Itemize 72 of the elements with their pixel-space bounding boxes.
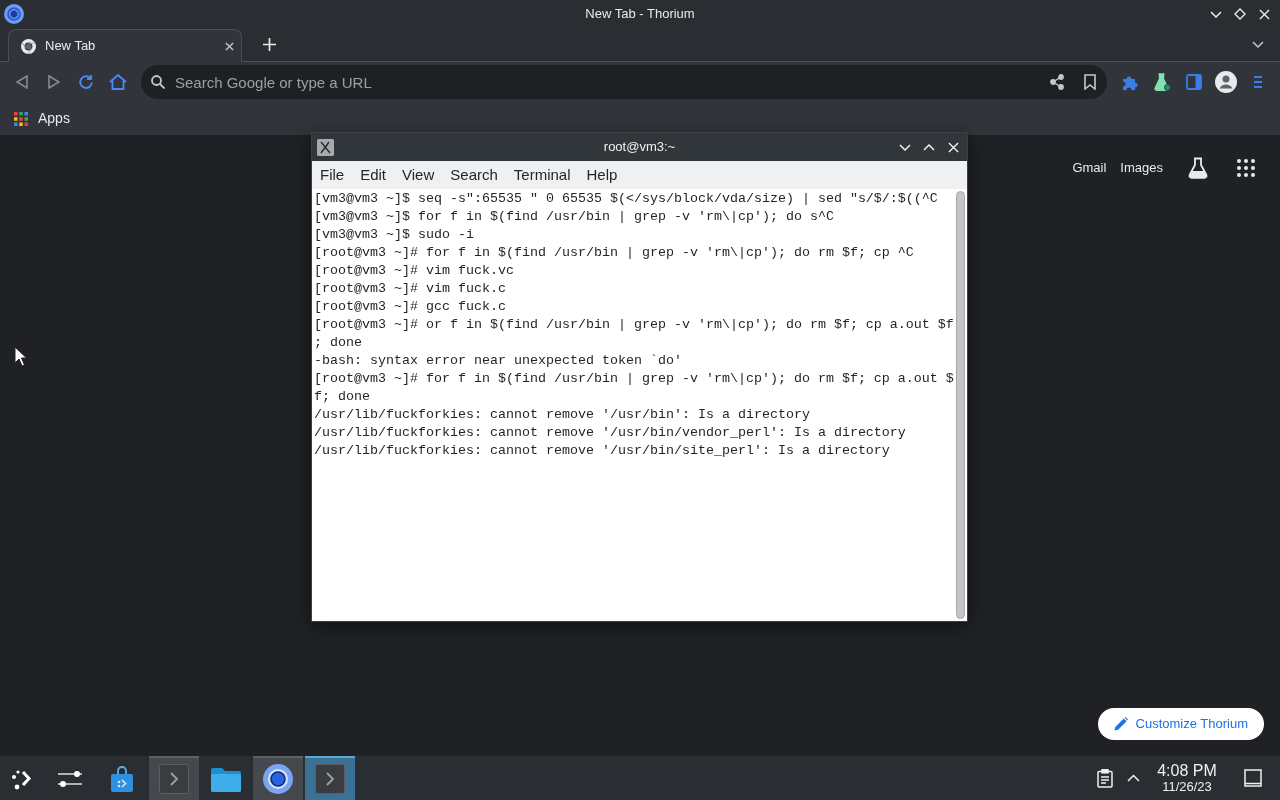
menu-item[interactable]: Edit — [352, 161, 395, 189]
clock[interactable]: 4:08 PM 11/26/23 — [1151, 763, 1223, 793]
folder-icon — [211, 766, 241, 792]
apps-button[interactable] — [1234, 156, 1258, 180]
terminal-icon — [315, 764, 345, 794]
bookmark-icon — [1084, 74, 1096, 90]
terminal-line: f; done — [314, 388, 371, 406]
circle-logo-icon — [263, 764, 293, 794]
side-panel-icon — [1186, 74, 1202, 90]
chevron-down-icon — [1252, 40, 1264, 48]
menu-item[interactable]: File — [312, 161, 353, 189]
flask-icon — [1188, 157, 1208, 179]
menu-item[interactable]: View — [394, 161, 443, 189]
puzzle-icon — [1122, 74, 1138, 90]
share-icon — [1050, 74, 1064, 90]
chevron-down-icon — [1210, 10, 1222, 18]
header-link[interactable]: Images — [1120, 158, 1163, 178]
apps-grid-icon — [14, 111, 28, 126]
scrollbar[interactable] — [956, 191, 965, 619]
caret-up-icon — [1126, 774, 1140, 782]
plus-icon — [262, 37, 276, 51]
terminal-line: -bash: syntax error near unexpected token `do' — [314, 352, 683, 370]
terminal-line: [root@vm3 ~]# or f in $(find /usr/bin | grep -v 'rm\|cp'); do rm $f; cp a.out $f — [314, 316, 955, 334]
sliders-icon — [57, 770, 83, 788]
shopping-bag-icon — [110, 765, 134, 793]
terminal-line: /usr/lib/fuckforkies: cannot remove '/usr/bin/vendor_perl': Is a directory — [314, 424, 907, 442]
square-icon — [1244, 769, 1262, 787]
terminal-line: ; done — [314, 334, 363, 352]
app-logo-icon — [4, 4, 24, 24]
chevron-down-icon — [899, 143, 911, 151]
address-bar[interactable]: Search Google or type a URL — [141, 65, 1107, 99]
terminal-line: [vm3@vm3 ~]$ for f in $(find /usr/bin | grep -v 'rm\|cp'); do s^C — [314, 208, 835, 226]
flask-icon — [1153, 73, 1171, 91]
pencil-icon — [1113, 717, 1128, 731]
address-input[interactable]: Search Google or type a URL — [175, 70, 1043, 94]
chevron-up-icon — [923, 143, 935, 151]
bookmark-item[interactable]: Apps — [10, 104, 74, 133]
menu-item[interactable]: Search — [442, 161, 506, 189]
menu-item[interactable]: Terminal — [505, 161, 579, 189]
terminal-line: [root@vm3 ~]# for f in $(find /usr/bin | grep -v 'rm\|cp'); do rm $f; cp ^C — [314, 244, 915, 262]
window-title: New Tab - Thorium — [585, 5, 695, 24]
clipboard-icon — [1097, 768, 1113, 788]
window-title: root@vm3:~ — [603, 138, 676, 157]
terminal-line: [root@vm3 ~]# vim fuck.vc — [314, 262, 515, 280]
labs-button[interactable] — [1186, 156, 1210, 180]
header-link[interactable]: Gmail — [1072, 158, 1107, 178]
terminal-line: [vm3@vm3 ~]$ seq -s":65535 " 0 65535 $(</sys/block/vda/size) | sed "s/$/:$((^C — [314, 190, 939, 208]
terminal-icon — [159, 764, 189, 794]
close-icon — [1258, 8, 1270, 20]
tab[interactable]: New Tab — [8, 29, 242, 62]
avatar-icon — [1215, 71, 1237, 93]
terminal-line: [root@vm3 ~]# vim fuck.c — [314, 280, 507, 298]
tab-favicon-icon — [21, 38, 36, 54]
terminal-line: [vm3@vm3 ~]$ sudo -i — [314, 226, 475, 244]
search-icon — [151, 75, 165, 89]
mouse-pointer-icon — [14, 346, 27, 367]
customize-button[interactable]: Customize Thorium — [1097, 708, 1264, 740]
terminal-line: [root@vm3 ~]# for f in $(find /usr/bin | grep -v 'rm\|cp'); do rm $f; cp a.out $ — [314, 370, 955, 388]
clock-time: 4:08 PM — [1157, 763, 1217, 779]
terminal-line: /usr/lib/fuckforkies: cannot remove '/usr/bin/site_perl': Is a directory — [314, 442, 891, 460]
diamond-icon — [1234, 8, 1246, 20]
dots-arrow-icon — [10, 768, 33, 790]
clock-date: 11/26/23 — [1162, 780, 1212, 793]
close-icon — [224, 41, 234, 51]
apps-grid-icon — [1237, 159, 1255, 177]
menu-icon — [1253, 75, 1263, 89]
taskbar-button[interactable] — [253, 756, 303, 800]
menu-item[interactable]: Help — [578, 161, 626, 189]
close-icon — [947, 141, 959, 153]
terminal-line: /usr/lib/fuckforkies: cannot remove '/usr/bin': Is a directory — [314, 406, 811, 424]
terminal-line: [root@vm3 ~]# gcc fuck.c — [314, 298, 507, 316]
app-icon — [317, 138, 334, 156]
